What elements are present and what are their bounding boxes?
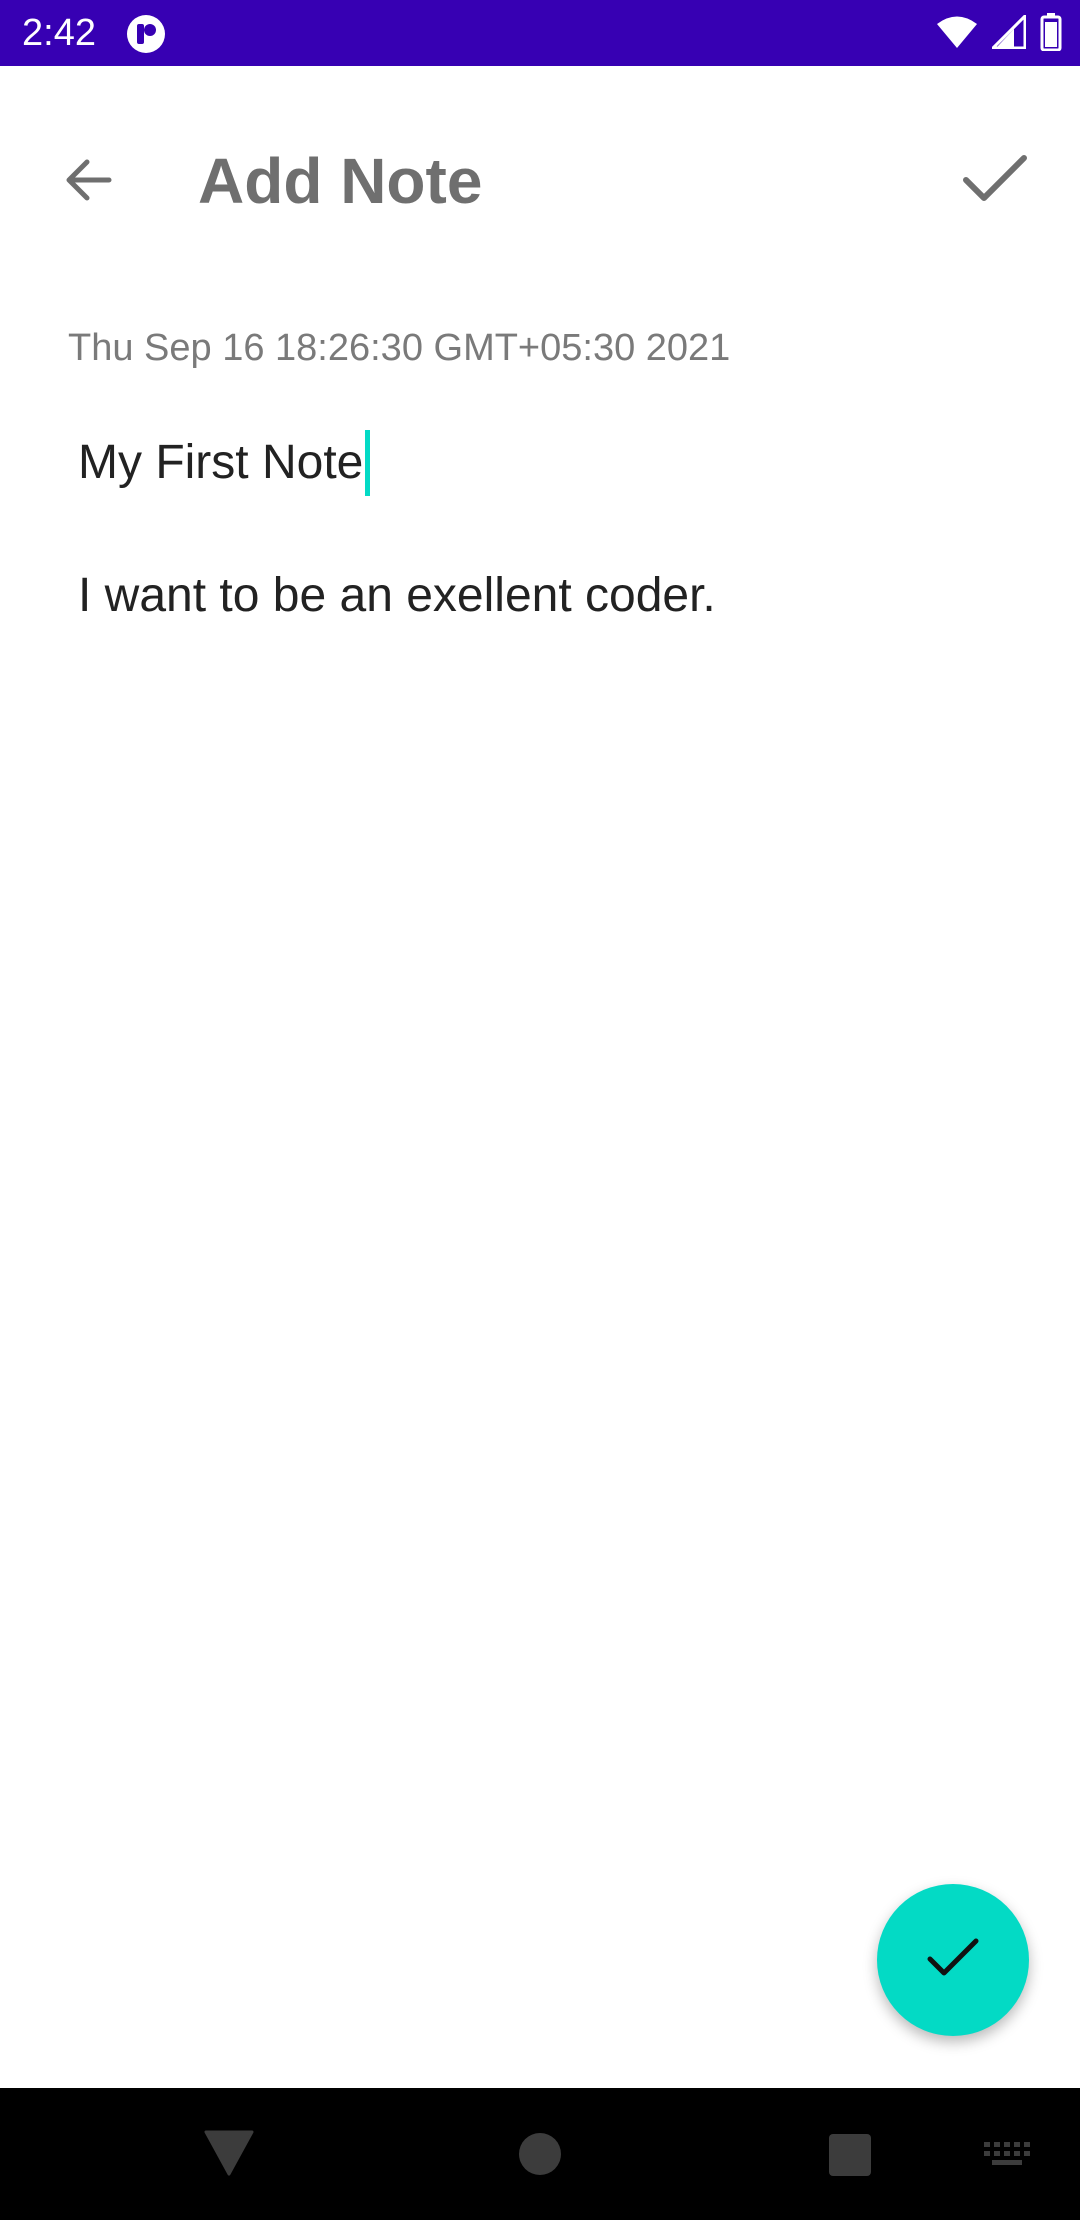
save-note-button[interactable] [950, 136, 1040, 226]
check-icon [926, 1937, 980, 1984]
nav-home-icon[interactable] [519, 2133, 561, 2175]
note-title-text: My First Note [78, 436, 364, 489]
arrow-back-icon [63, 158, 113, 207]
signal-icon [989, 11, 1027, 54]
battery-icon [1040, 12, 1062, 56]
page-title: Add Note [198, 145, 483, 217]
check-icon [962, 154, 1028, 209]
note-body-input[interactable]: I want to be an exellent coder. [78, 565, 716, 627]
status-icons [936, 11, 1062, 56]
back-button[interactable] [48, 142, 128, 222]
app-logo-icon [126, 14, 166, 54]
keyboard-icon[interactable] [984, 2142, 1030, 2170]
nav-back-icon[interactable] [204, 2128, 254, 2176]
app-bar: Add Note [0, 66, 1080, 290]
save-fab-button[interactable] [877, 1884, 1029, 2036]
wifi-icon [936, 15, 978, 54]
text-cursor [365, 430, 371, 496]
nav-recents-icon[interactable] [829, 2134, 871, 2176]
note-date: Thu Sep 16 18:26:30 GMT+05:30 2021 [68, 327, 731, 369]
status-time: 2:42 [22, 12, 96, 54]
note-title-input[interactable]: My First Note [78, 430, 371, 496]
status-bar: 2:42 [0, 0, 1080, 66]
navigation-bar [0, 2088, 1080, 2220]
